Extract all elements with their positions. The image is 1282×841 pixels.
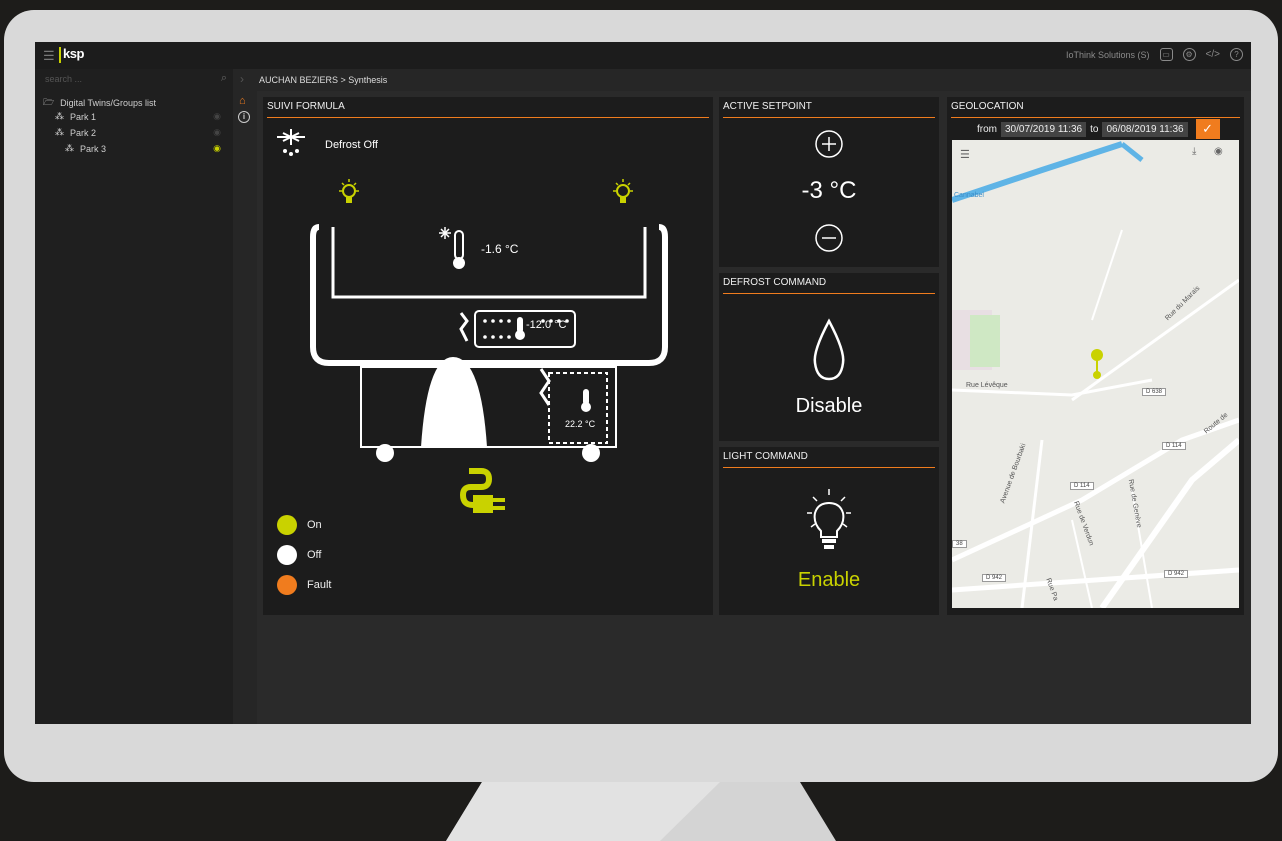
code-icon[interactable]: </> — [1206, 49, 1220, 60]
panel-title: ACTIVE SETPOINT — [723, 101, 812, 112]
location-pin-icon[interactable] — [1090, 348, 1104, 380]
defrost-command-panel: DEFROST COMMAND Disable — [719, 273, 939, 441]
inner-temperature: -1.6 °C — [481, 242, 519, 256]
legend-label: Fault — [307, 579, 332, 591]
panel-divider — [723, 293, 935, 294]
legend-label: Off — [307, 549, 322, 561]
map-menu-icon[interactable]: ☰ — [960, 148, 970, 161]
account-label[interactable]: IoThink Solutions (S) — [1066, 50, 1150, 60]
defrost-status: Defrost Off — [325, 139, 378, 151]
panel-title: LIGHT COMMAND — [723, 451, 808, 462]
legend-label: On — [307, 519, 322, 531]
eye-icon[interactable]: ◉ — [213, 143, 221, 154]
help-icon[interactable]: ? — [1230, 48, 1243, 61]
panel-divider — [951, 117, 1240, 118]
increase-setpoint-button[interactable] — [814, 129, 844, 159]
road-tag: D 114 — [1070, 482, 1094, 490]
water-drop-icon[interactable] — [809, 317, 849, 383]
evaporator-temperature: -12.0 °C — [526, 319, 567, 331]
defrost-state[interactable]: Disable — [719, 395, 939, 418]
group-icon: ⁂ — [55, 127, 64, 137]
info-icon[interactable]: i — [238, 111, 250, 123]
sidebar-item-park-1[interactable]: ⁂ Park 1 ◉ — [55, 111, 227, 122]
tree-root[interactable]: 🗁 Digital Twins/Groups list — [43, 95, 156, 111]
active-setpoint-panel: ACTIVE SETPOINT -3 °C — [719, 97, 939, 267]
setpoint-value: -3 °C — [801, 177, 857, 204]
from-label: from — [977, 123, 997, 135]
monitor-stage: ☰ ksp IoThink Solutions (S) ▭ ⚙ </> ? se… — [0, 0, 1282, 841]
monitor-icon[interactable]: ▭ — [1159, 48, 1173, 61]
sidebar: 🗁 Digital Twins/Groups list ⁂ Park 1 ◉ ⁂… — [35, 91, 233, 724]
street-label: Cannabel — [954, 192, 984, 199]
settings-icon[interactable]: ⚙ — [1182, 48, 1196, 61]
panel-title: DEFROST COMMAND — [723, 277, 827, 288]
panel-divider — [267, 117, 709, 118]
geolocation-panel: GEOLOCATION from 30/07/2019 11:36 to 06/… — [947, 97, 1244, 615]
app-screen: ☰ ksp IoThink Solutions (S) ▭ ⚙ </> ? se… — [35, 42, 1251, 724]
apply-check-button[interactable]: ✓ — [1195, 119, 1220, 139]
from-date-input[interactable]: 30/07/2019 11:36 — [1001, 121, 1087, 137]
sidebar-item-park-2[interactable]: ⁂ Park 2 ◉ — [55, 127, 227, 138]
search-icon[interactable]: ⌕ — [221, 72, 227, 85]
road-tag: D 638 — [1142, 388, 1167, 396]
hamburger-menu-icon[interactable]: ☰ — [43, 48, 55, 64]
status-dot-fault — [277, 575, 297, 595]
search-input[interactable]: search ... — [45, 74, 82, 84]
light-state[interactable]: Enable — [719, 569, 939, 592]
road-tag: D 942 — [1164, 570, 1189, 578]
light-bulb-left-icon — [339, 179, 359, 203]
group-icon: ⁂ — [55, 111, 64, 121]
eye-icon[interactable]: ◉ — [213, 127, 221, 138]
sidebar-item-label: Park 3 — [80, 143, 107, 154]
thermometer-icon — [515, 317, 525, 340]
legend-fault: Fault — [277, 575, 331, 595]
sub-bar: search ... ⌕ › AUCHAN BEZIERS > Synthesi… — [35, 69, 1251, 91]
road-tag: D 114 — [1162, 442, 1186, 450]
tree-root-label: Digital Twins/Groups list — [60, 98, 157, 108]
map-view[interactable]: ☰ ⤓ ◉ Rue Lévêque Rue du Marais Avenue d… — [952, 140, 1239, 608]
group-icon: ⁂ — [65, 143, 74, 153]
app-logo[interactable]: ksp — [59, 46, 84, 63]
sidebar-item-park-3[interactable]: ⁂ Park 3 ◉ — [65, 143, 227, 154]
power-plug-icon — [459, 468, 505, 513]
to-label: to — [1090, 123, 1099, 135]
thermometer-snow-icon — [439, 227, 465, 269]
status-dot-on — [277, 515, 297, 535]
road-tag: D 942 — [982, 574, 1007, 582]
to-date-input[interactable]: 06/08/2019 11:36 — [1102, 121, 1188, 137]
panel-divider — [723, 117, 935, 118]
search-box[interactable]: search ... ⌕ — [35, 69, 233, 91]
home-icon[interactable]: ⌂ — [239, 95, 246, 107]
download-icon[interactable]: ⤓ — [1192, 146, 1196, 157]
panel-title: SUIVI FORMULA — [267, 101, 345, 112]
light-command-panel: LIGHT COMMAND Enable — [719, 447, 939, 615]
condenser-thermometer-icon — [581, 389, 591, 412]
defrost-icon — [277, 129, 305, 156]
panel-divider — [723, 467, 935, 468]
folder-icon: 🗁 — [43, 97, 55, 107]
top-bar: ☰ ksp IoThink Solutions (S) ▭ ⚙ </> ? — [35, 42, 1251, 69]
light-bulb-icon[interactable] — [803, 487, 855, 555]
sidebar-item-label: Park 2 — [70, 127, 97, 138]
sidebar-item-label: Park 1 — [70, 111, 97, 122]
breadcrumb: AUCHAN BEZIERS > Synthesis — [259, 75, 388, 85]
light-bulb-right-icon — [613, 179, 633, 203]
decrease-setpoint-button[interactable] — [814, 223, 844, 253]
road-tag: 38 — [952, 540, 967, 548]
legend-on: On — [277, 515, 322, 535]
eye-icon[interactable]: ◉ — [213, 111, 221, 122]
status-dot-off — [277, 545, 297, 565]
dashboard-content: SUIVI FORMULA Defrost Off -1.6 °C -12.0 … — [257, 91, 1251, 724]
panel-title: GEOLOCATION — [951, 101, 1024, 112]
street-label: Rue Lévêque — [966, 382, 1008, 389]
condenser-temperature: 22.2 °C — [565, 419, 596, 429]
eye-icon[interactable]: ◉ — [1214, 146, 1223, 157]
side-rail: ⌂ i — [233, 91, 257, 724]
legend-off: Off — [277, 545, 321, 565]
chevron-right-icon[interactable]: › — [240, 72, 244, 86]
suivi-formula-panel: SUIVI FORMULA Defrost Off -1.6 °C -12.0 … — [263, 97, 713, 615]
date-range-bar: from 30/07/2019 11:36 to 06/08/2019 11:3… — [977, 119, 1220, 139]
